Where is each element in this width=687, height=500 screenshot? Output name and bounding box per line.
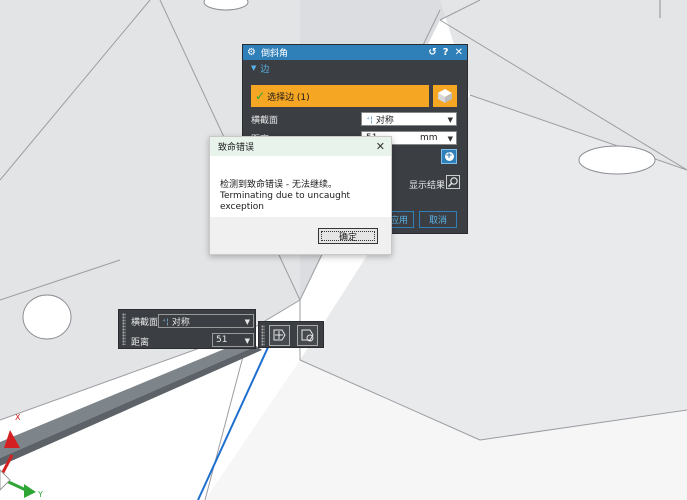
chamfer-dialog-titlebar[interactable]: ⚙ 倒斜角 ↺ ? ✕ xyxy=(243,45,467,60)
chevron-down-icon: ▼ xyxy=(244,337,250,345)
symmetric-icon: ⁺¦ xyxy=(366,114,373,124)
checkmark-icon: ✓ xyxy=(255,89,266,103)
cancel-button[interactable]: 取消 xyxy=(419,211,457,228)
ok-button[interactable]: 确定 xyxy=(318,228,378,244)
chamfer-dialog-title: 倒斜角 xyxy=(260,49,288,59)
select-edge-row[interactable]: ✓ 选择边 (1) xyxy=(251,85,429,107)
edge-section-header[interactable]: ▼ 边 xyxy=(243,60,467,76)
collapse-arrow-icon: ▼ xyxy=(251,64,257,72)
triad-y-label: Y xyxy=(37,490,43,499)
chevron-down-icon: ▼ xyxy=(447,116,453,124)
onscreen-cross-section-value: 对称 xyxy=(171,317,190,328)
drag-handle[interactable] xyxy=(261,325,265,346)
error-message: 检测到致命错误 - 无法继续。 Terminating due to uncau… xyxy=(220,180,391,213)
onscreen-cross-section-dropdown[interactable]: ⁺¦ 对称 ▼ xyxy=(158,314,254,328)
error-dialog-footer: 确定 xyxy=(210,217,391,254)
onscreen-input-bar: 横截面 ⁺¦ 对称 ▼ 距离 51 ▼ xyxy=(118,309,256,349)
cross-section-value: 对称 xyxy=(375,115,394,126)
distance-unit: mm xyxy=(420,133,438,143)
select-edge-icon xyxy=(273,329,286,341)
cross-section-dropdown[interactable]: ⁺¦ 对称 ▼ xyxy=(361,112,457,126)
chevron-down-icon: ▼ xyxy=(447,135,453,143)
error-dialog-title: 致命错误 xyxy=(218,143,255,153)
plus-icon: + xyxy=(444,151,454,161)
onscreen-distance-value: 51 xyxy=(216,335,228,345)
show-result-button[interactable] xyxy=(446,175,460,189)
reset-icon[interactable]: ↺ xyxy=(428,47,436,58)
cross-section-label: 横截面 xyxy=(251,115,279,126)
select-edge-cube-button[interactable] xyxy=(433,85,457,107)
fatal-error-dialog: 致命错误 ✕ 检测到致命错误 - 无法继续。 Terminating due t… xyxy=(209,136,392,255)
error-message-line-1: 检测到致命错误 - 无法继续。 xyxy=(220,180,337,190)
onscreen-distance-label: 距离 xyxy=(131,338,150,348)
symmetric-icon: ⁺¦ xyxy=(162,316,169,326)
settings-edge-button[interactable] xyxy=(297,325,318,346)
edge-section-label: 边 xyxy=(260,64,270,75)
cube-icon xyxy=(438,89,452,103)
onscreen-icon-bar xyxy=(258,321,324,348)
help-icon[interactable]: ? xyxy=(443,47,449,58)
show-result-label: 显示结果 xyxy=(409,181,446,191)
add-button[interactable]: + xyxy=(441,149,457,164)
drag-handle[interactable] xyxy=(122,313,126,345)
gear-icon: ⚙ xyxy=(247,47,256,58)
gear-edge-icon xyxy=(301,329,314,342)
triad-x-label: X xyxy=(15,413,21,422)
onscreen-distance-field[interactable]: 51 ▼ xyxy=(212,333,254,347)
select-edge-label: 选择边 (1) xyxy=(267,92,310,103)
close-icon[interactable]: ✕ xyxy=(455,47,463,58)
error-message-line-2: Terminating due to uncaught exception xyxy=(220,191,351,212)
onscreen-cross-section-label: 横截面 xyxy=(131,318,159,328)
error-dialog-titlebar[interactable]: 致命错误 xyxy=(210,137,391,156)
chevron-down-icon: ▼ xyxy=(244,318,250,326)
magnifier-icon xyxy=(447,177,458,188)
close-icon[interactable]: ✕ xyxy=(376,140,385,153)
add-edge-button[interactable] xyxy=(269,325,290,346)
